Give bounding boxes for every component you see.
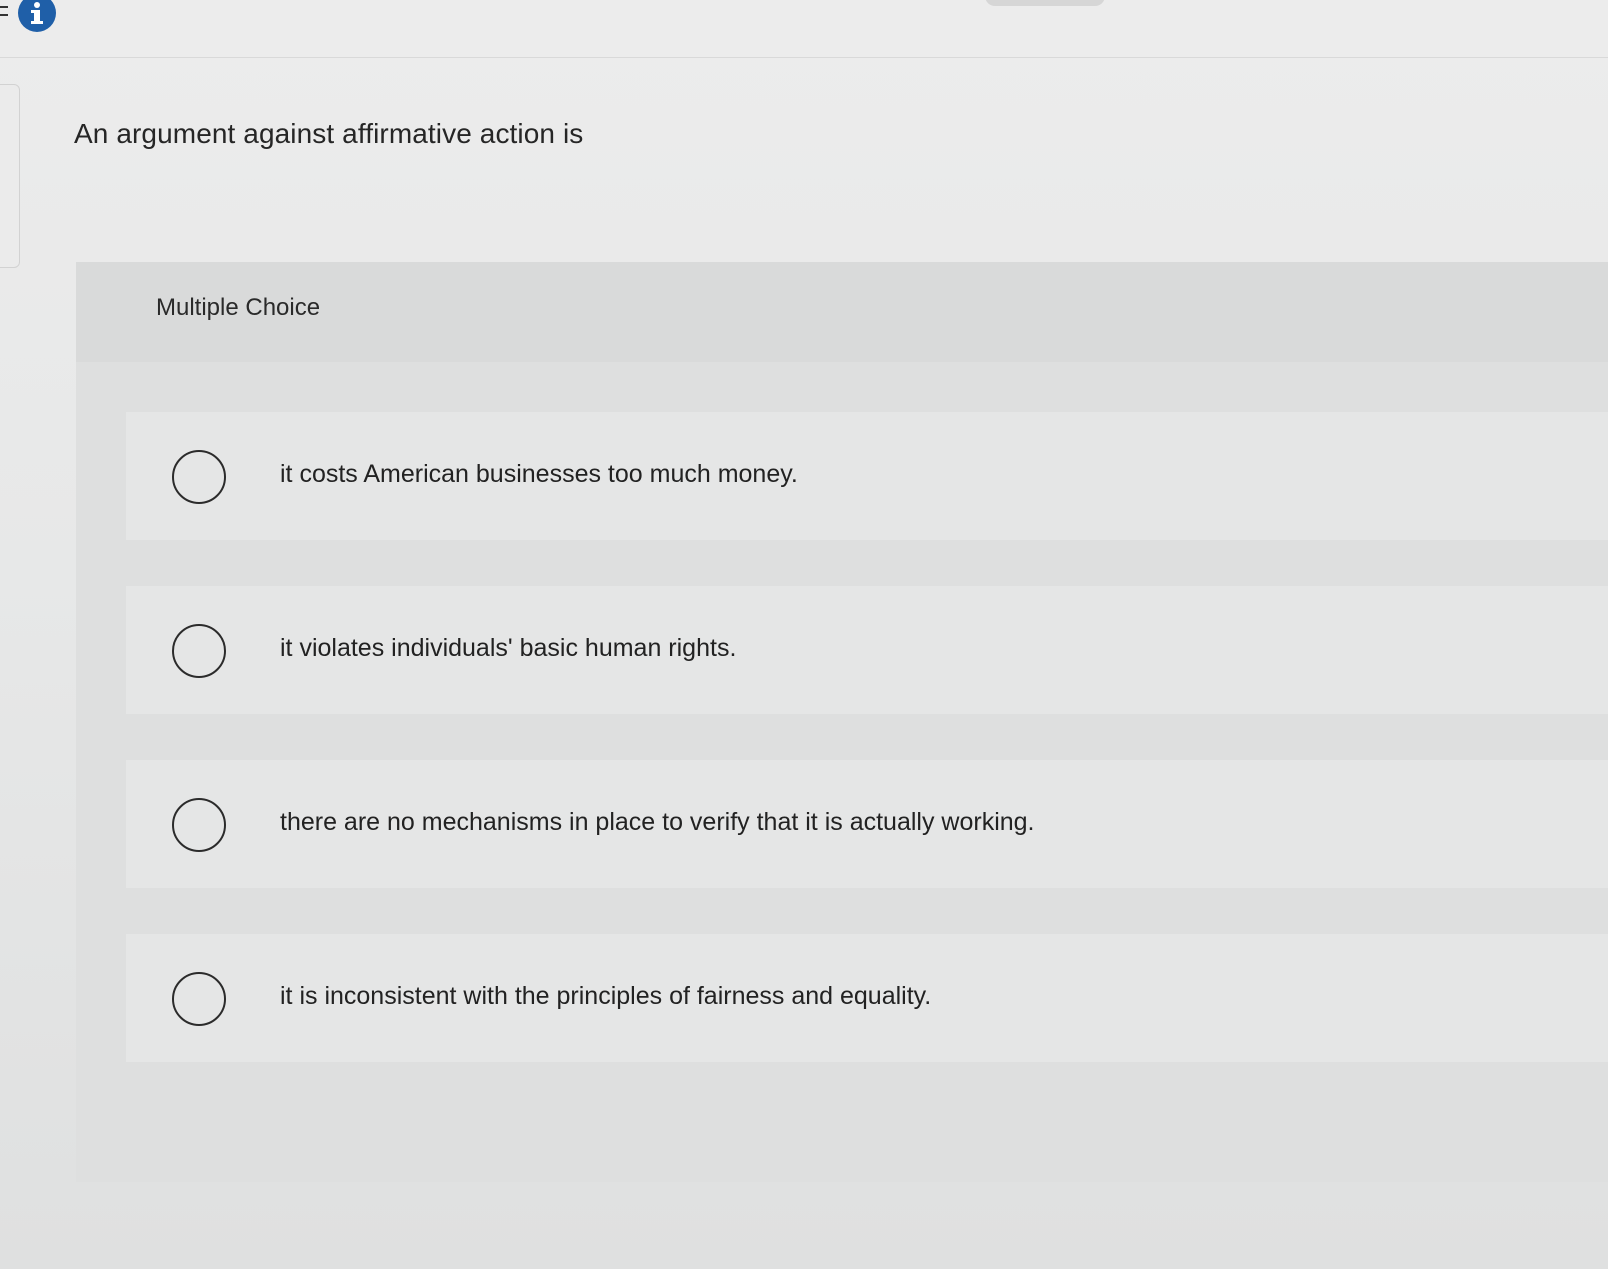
top-toolbar [0,0,1608,58]
answer-option-text: it violates individuals' basic human rig… [280,634,737,662]
answer-option-text: there are no mechanisms in place to veri… [280,808,1035,836]
answer-option-text: it is inconsistent with the principles o… [280,982,932,1010]
radio-circle-icon[interactable] [172,450,226,504]
menu-fragment-icon[interactable] [0,6,8,16]
question-type-label: Multiple Choice [156,294,321,321]
info-glyph-icon [31,2,43,24]
radio-circle-icon[interactable] [172,972,226,1026]
radio-circle-icon[interactable] [172,624,226,678]
radio-circle-icon[interactable] [172,798,226,852]
answer-option-3[interactable]: there are no mechanisms in place to veri… [126,760,1608,888]
left-side-panel-edge [0,84,20,268]
answer-option-2[interactable]: it violates individuals' basic human rig… [126,586,1608,714]
question-prompt: An argument against affirmative action i… [74,118,584,149]
answer-option-text: it costs American businesses too much mo… [280,460,798,488]
top-tab-fragment[interactable] [985,0,1105,6]
answer-option-4[interactable]: it is inconsistent with the principles o… [126,934,1608,1062]
answer-panel: Multiple Choice it costs American busine… [76,262,1608,1182]
answer-option-1[interactable]: it costs American businesses too much mo… [126,412,1608,540]
question-type-header: Multiple Choice [76,262,1608,362]
